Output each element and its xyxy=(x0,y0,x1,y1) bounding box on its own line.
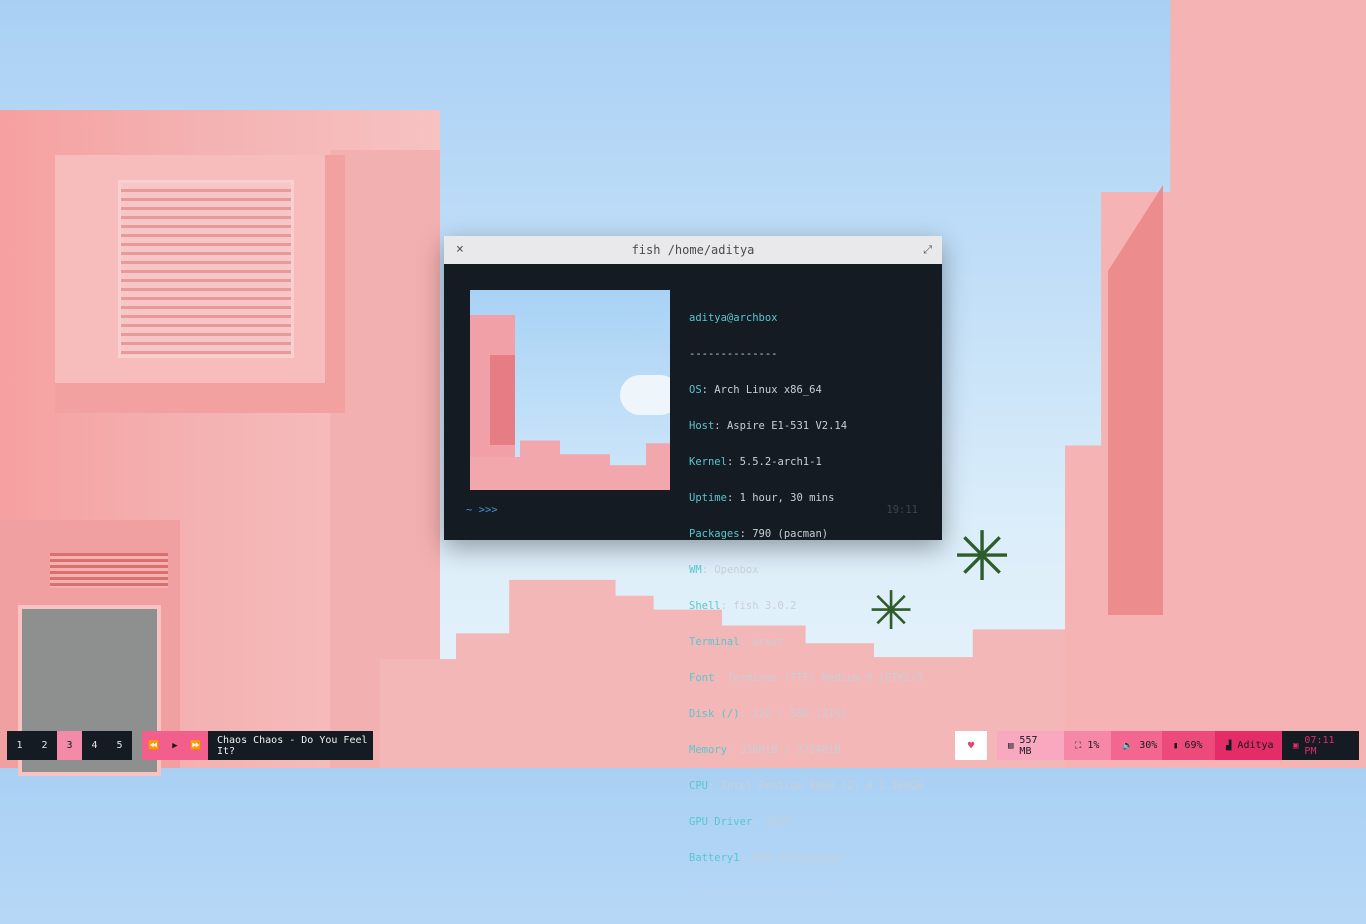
workspace-switcher: 1 2 3 4 5 xyxy=(7,731,132,760)
info-line-disk: Disk (/): 12G / 58G (21%) xyxy=(689,708,848,720)
clock-value: 07:11 PM xyxy=(1304,734,1335,757)
workspace-4[interactable]: 4 xyxy=(82,731,107,760)
shell-prompt[interactable]: ~ >>> xyxy=(466,504,498,516)
neofetch-image xyxy=(470,290,670,490)
heart-icon[interactable]: ♥ xyxy=(955,731,987,760)
info-line-cpu: CPU: Intel Pentium B960 (2) @ 2.200GH xyxy=(689,780,923,792)
wifi-module[interactable]: ▟ Aditya xyxy=(1215,731,1282,760)
workspace-3[interactable]: 3 xyxy=(57,731,82,760)
next-track-icon[interactable]: ⏩ xyxy=(190,741,201,751)
calendar-icon: ▣ xyxy=(1293,740,1299,751)
previous-track-icon[interactable]: ⏪ xyxy=(148,741,159,751)
info-line-packages: Packages: 790 (pacman) xyxy=(689,528,829,540)
memory-value: 557 MB xyxy=(1019,734,1038,757)
info-footer-divider: ------------------------ xyxy=(689,888,841,900)
info-line-battery: Battery1: 68% [Charging] xyxy=(689,852,841,864)
play-icon[interactable]: ▶ xyxy=(172,741,177,751)
battery-icon: ▮ xyxy=(1173,740,1179,751)
window-title: fish /home/aditya xyxy=(631,243,755,257)
memory-module[interactable]: ▤ 557 MB xyxy=(997,731,1064,760)
wallpaper-vent xyxy=(50,553,168,588)
info-line-gpu: GPU Driver: i915 xyxy=(689,816,791,828)
info-line-shell: Shell: fish 3.0.2 xyxy=(689,600,797,612)
now-playing[interactable]: Chaos Chaos - Do You Feel It? xyxy=(208,731,373,760)
info-line-kernel: Kernel: 5.5.2-arch1-1 xyxy=(689,456,822,468)
battery-value: 69% xyxy=(1184,740,1203,751)
terminal-window[interactable]: × fish /home/aditya ⤢ aditya@archbox ---… xyxy=(444,236,942,900)
workspace-2[interactable]: 2 xyxy=(32,731,57,760)
volume-value: 30% xyxy=(1139,740,1158,751)
user-host: aditya@archbox xyxy=(689,312,778,324)
wallpaper-shutter xyxy=(118,180,294,358)
cpu-module[interactable]: ⛶ 1% xyxy=(1064,731,1111,760)
battery-module[interactable]: ▮ 69% xyxy=(1162,731,1215,760)
expand-icon[interactable]: ⤢ xyxy=(923,236,932,264)
clock-module[interactable]: ▣ 07:11 PM xyxy=(1282,731,1359,760)
media-controls: ⏪ ▶ ⏩ xyxy=(142,731,208,760)
info-line-host: Host: Aspire E1-531 V2.14 xyxy=(689,420,848,432)
memory-icon: ▤ xyxy=(1008,740,1014,751)
wifi-network: Aditya xyxy=(1237,740,1274,751)
workspace-1[interactable]: 1 xyxy=(7,731,32,760)
terminal-titlebar[interactable]: × fish /home/aditya ⤢ xyxy=(444,236,942,264)
cpu-value: 1% xyxy=(1087,740,1100,751)
info-line-uptime: Uptime: 1 hour, 30 mins xyxy=(689,492,835,504)
volume-icon: 🔈 xyxy=(1122,740,1134,751)
close-icon[interactable]: × xyxy=(456,236,464,264)
workspace-5[interactable]: 5 xyxy=(107,731,132,760)
neofetch-info: aditya@archbox -------------- OS: Arch L… xyxy=(689,288,929,924)
info-line-font: Font: Terminus (TTF) Medium 9 [GTK2/3 xyxy=(689,672,923,684)
wallpaper-palm-icon: ✳ xyxy=(955,497,1010,602)
info-line-memory: Memory: 336MiB / 3754MiB xyxy=(689,744,841,756)
info-divider: -------------- xyxy=(689,348,778,360)
prompt-clock: 19:11 xyxy=(886,504,918,516)
volume-module[interactable]: 🔈 30% xyxy=(1111,731,1162,760)
cpu-icon: ⛶ xyxy=(1075,740,1082,751)
info-line-terminal: Terminal: urxvt xyxy=(689,636,784,648)
info-line-os: OS: Arch Linux x86_64 xyxy=(689,384,822,396)
info-line-wm: WM: Openbox xyxy=(689,564,759,576)
wifi-icon: ▟ xyxy=(1226,740,1232,751)
